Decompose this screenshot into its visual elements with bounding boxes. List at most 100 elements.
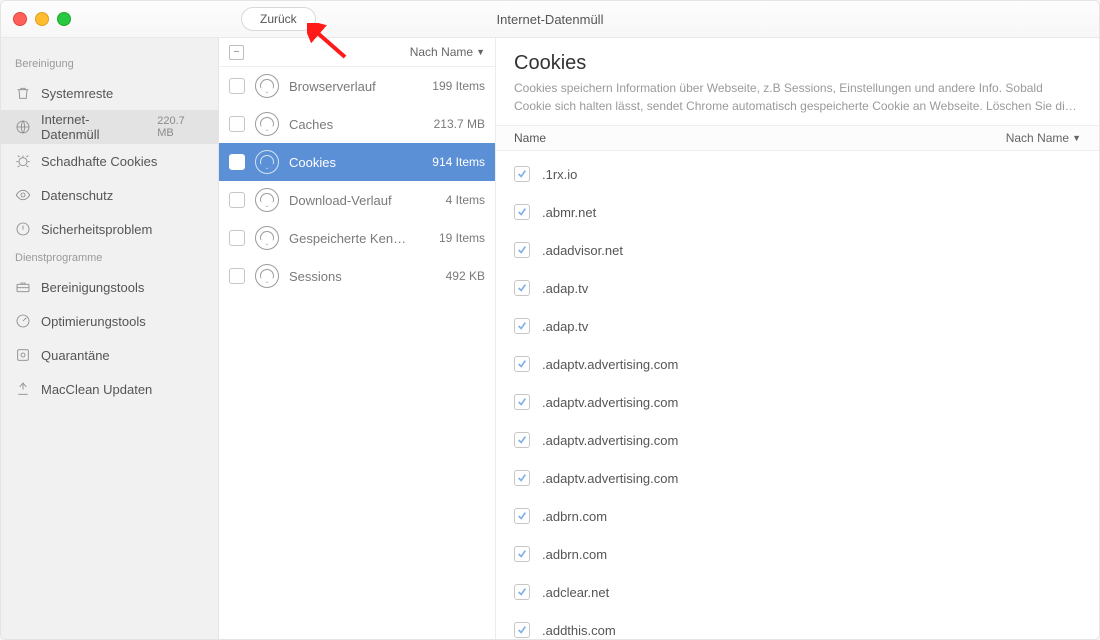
back-button[interactable]: Zurück: [241, 7, 316, 31]
checkbox[interactable]: [514, 432, 530, 448]
checkbox[interactable]: [229, 230, 245, 246]
cookie-item[interactable]: .adaptv.advertising.com: [496, 421, 1099, 459]
detail-title: Cookies: [514, 52, 1081, 75]
detail-sort-dropdown[interactable]: Nach Name ▼: [1006, 131, 1081, 145]
category-item[interactable]: Cookies 914 Items: [219, 143, 495, 181]
checkbox[interactable]: [514, 622, 530, 638]
titlebar: Zurück Internet-Datenmüll: [1, 1, 1099, 38]
sidebar-item-label: Quarantäne: [41, 348, 110, 363]
cookie-item[interactable]: .adbrn.com: [496, 535, 1099, 573]
cookie-name: .abmr.net: [542, 205, 596, 220]
sidebar-item-internet-datenm-ll[interactable]: Internet-Datenmüll 220.7 MB: [1, 110, 218, 144]
checkbox[interactable]: [514, 166, 530, 182]
cookie-item[interactable]: .adadvisor.net: [496, 231, 1099, 269]
category-item-label: Download-Verlauf: [289, 193, 436, 208]
window-controls: [13, 12, 71, 26]
cookie-item[interactable]: .adaptv.advertising.com: [496, 345, 1099, 383]
bug-icon: [15, 153, 31, 169]
eye-icon: [15, 187, 31, 203]
gauge-icon: [15, 313, 31, 329]
category-item[interactable]: Browserverlauf199 Items: [219, 67, 495, 105]
category-item-label: Cookies: [289, 155, 422, 170]
chrome-icon: [255, 74, 279, 98]
sidebar-item-label: Systemreste: [41, 86, 113, 101]
category-item-meta: 914 Items: [432, 155, 485, 169]
cookie-item[interactable]: .adap.tv: [496, 307, 1099, 345]
checkbox[interactable]: [514, 242, 530, 258]
checkbox[interactable]: [229, 154, 245, 170]
sidebar-item-badge: 220.7 MB: [157, 115, 204, 139]
chevron-down-icon: ▼: [1072, 133, 1081, 143]
cookie-name: .adaptv.advertising.com: [542, 471, 678, 486]
checkbox[interactable]: [514, 204, 530, 220]
checkbox[interactable]: [514, 280, 530, 296]
minimize-window-button[interactable]: [35, 12, 49, 26]
checkbox[interactable]: [514, 470, 530, 486]
safe-icon: [15, 347, 31, 363]
detail-header: Cookies Cookies speichern Information üb…: [496, 38, 1099, 125]
cookie-item[interactable]: .1rx.io: [496, 155, 1099, 193]
zoom-window-button[interactable]: [57, 12, 71, 26]
cookie-name: .adbrn.com: [542, 509, 607, 524]
checkbox[interactable]: [229, 116, 245, 132]
sidebar-item-systemreste[interactable]: Systemreste: [1, 76, 218, 110]
category-item-meta: 213.7 MB: [434, 117, 485, 131]
checkbox[interactable]: [514, 394, 530, 410]
sidebar-item-label: Sicherheitsproblem: [41, 222, 152, 237]
sidebar-item-optimierungstools[interactable]: Optimierungstools: [1, 304, 218, 338]
category-item-label: Gespeicherte Ken…: [289, 231, 429, 246]
category-item[interactable]: Gespeicherte Ken…19 Items: [219, 219, 495, 257]
sidebar-item-macclean-updaten[interactable]: MacClean Updaten: [1, 372, 218, 406]
cookie-name: .adaptv.advertising.com: [542, 395, 678, 410]
detail-sort-label: Nach Name: [1006, 131, 1069, 145]
detail-column: Cookies Cookies speichern Information üb…: [496, 38, 1099, 639]
internet-icon: [15, 119, 31, 135]
sidebar-item-label: Datenschutz: [41, 188, 113, 203]
sidebar-item-datenschutz[interactable]: Datenschutz: [1, 178, 218, 212]
sidebar-item-bereinigungstools[interactable]: Bereinigungstools: [1, 270, 218, 304]
cookie-item[interactable]: .adbrn.com: [496, 497, 1099, 535]
chrome-icon: [255, 264, 279, 288]
detail-description-line2: Cookie sich halten lässt, sendet Chrome …: [514, 97, 1081, 115]
detail-description-line1: Cookies speichern Information über Webse…: [514, 79, 1081, 97]
category-item-label: Browserverlauf: [289, 79, 422, 94]
cookie-item[interactable]: .adap.tv: [496, 269, 1099, 307]
category-item[interactable]: Download-Verlauf4 Items: [219, 181, 495, 219]
cookie-name: .adclear.net: [542, 585, 609, 600]
cookie-item[interactable]: .adaptv.advertising.com: [496, 383, 1099, 421]
category-header: − Nach Name ▼: [219, 38, 495, 67]
checkbox[interactable]: [514, 356, 530, 372]
checkbox[interactable]: [514, 508, 530, 524]
toolbox-icon: [15, 279, 31, 295]
cookie-name: .adadvisor.net: [542, 243, 623, 258]
chevron-down-icon: ▼: [476, 47, 485, 57]
content-body: BereinigungSystemresteInternet-Datenmüll…: [1, 38, 1099, 639]
cookie-list[interactable]: .1rx.io .abmr.net .adadvisor.net .adap.tv .a…: [496, 151, 1099, 639]
sidebar-item-label: Internet-Datenmüll: [41, 112, 147, 142]
cookie-item[interactable]: .adclear.net: [496, 573, 1099, 611]
cookie-name: .adap.tv: [542, 319, 588, 334]
cookie-item[interactable]: .adaptv.advertising.com: [496, 459, 1099, 497]
sidebar-item-quarant-ne[interactable]: Quarantäne: [1, 338, 218, 372]
checkbox[interactable]: [514, 584, 530, 600]
sidebar-item-label: Schadhafte Cookies: [41, 154, 157, 169]
checkbox[interactable]: [229, 192, 245, 208]
checkbox[interactable]: [514, 318, 530, 334]
app-window: Zurück Internet-Datenmüll BereinigungSys…: [0, 0, 1100, 640]
cookie-item[interactable]: .abmr.net: [496, 193, 1099, 231]
checkbox[interactable]: [229, 268, 245, 284]
checkbox[interactable]: [229, 78, 245, 94]
sidebar-item-sicherheitsproblem[interactable]: Sicherheitsproblem: [1, 212, 218, 246]
cookie-item[interactable]: .addthis.com: [496, 611, 1099, 639]
collapse-all-button[interactable]: −: [229, 45, 244, 60]
checkbox[interactable]: [514, 546, 530, 562]
sidebar-item-schadhafte-cookies[interactable]: Schadhafte Cookies: [1, 144, 218, 178]
cookie-name: .adaptv.advertising.com: [542, 433, 678, 448]
category-item[interactable]: Caches213.7 MB: [219, 105, 495, 143]
cookie-name: .adap.tv: [542, 281, 588, 296]
close-window-button[interactable]: [13, 12, 27, 26]
sidebar-item-label: Bereinigungstools: [41, 280, 144, 295]
sidebar-section-title: Dienstprogramme: [1, 246, 218, 270]
category-item[interactable]: Sessions492 KB: [219, 257, 495, 295]
category-sort-dropdown[interactable]: Nach Name ▼: [410, 45, 485, 59]
